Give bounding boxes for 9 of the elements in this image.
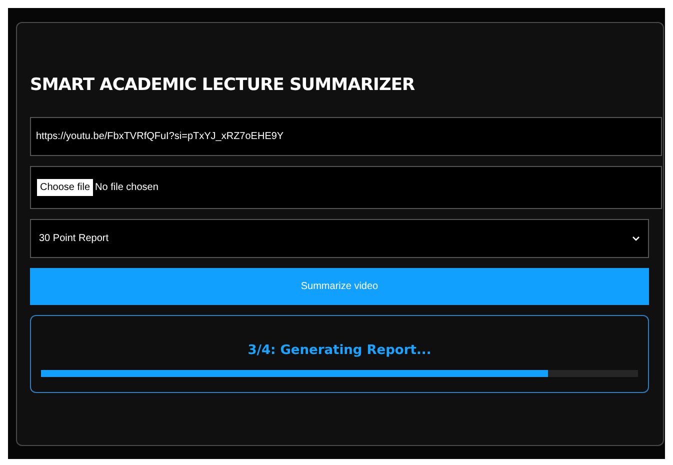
file-field[interactable]: Choose file No file chosen (30, 166, 662, 209)
report-select[interactable]: 30 Point Report (30, 219, 649, 258)
file-status: No file chosen (95, 181, 158, 195)
url-field[interactable]: https://youtu.be/FbxTVRfQFuI?si=pTxYJ_xRZ7oEHE9Y (30, 117, 662, 156)
chevron-down-icon (632, 236, 640, 242)
progress-status: 3/4: Generating Report... (248, 342, 432, 360)
app-title: SMART ACADEMIC LECTURE SUMMARIZER (30, 75, 416, 95)
select-value: 30 Point Report (39, 232, 108, 246)
choose-file-button[interactable]: Choose file (37, 179, 94, 196)
